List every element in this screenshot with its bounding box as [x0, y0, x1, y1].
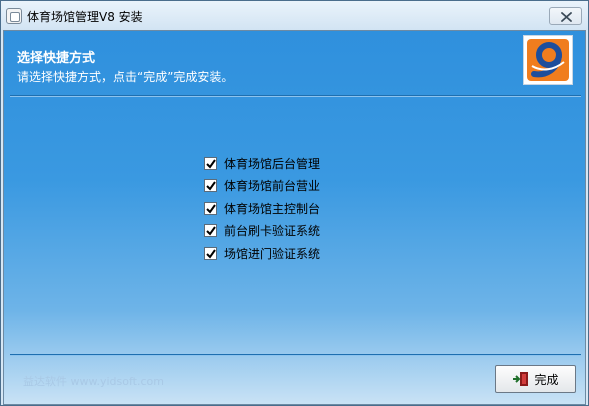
close-button[interactable] — [549, 7, 582, 25]
footer-divider — [10, 354, 581, 356]
checkmark-icon — [206, 226, 216, 236]
installer-window: 体育场馆管理V8 安装 选择快捷方式 请选择快捷方式，点击“完成”完成安装。 体… — [0, 0, 589, 406]
option-label: 前台刷卡验证系统 — [224, 224, 321, 239]
option-label: 体育场馆主控制台 — [224, 201, 321, 216]
checkmark-icon — [206, 181, 216, 191]
close-icon — [561, 12, 572, 22]
footer-brand-text: 益达软件 www.yidsoft.com — [23, 375, 164, 388]
page-subtitle: 请选择快捷方式，点击“完成”完成安装。 — [17, 70, 234, 84]
shortcut-option[interactable]: 前台刷卡验证系统 — [204, 220, 320, 243]
option-label: 场馆进门验证系统 — [224, 246, 321, 261]
checkbox[interactable] — [204, 156, 217, 170]
page-title: 选择快捷方式 — [17, 51, 96, 66]
title-bar: 体育场馆管理V8 安装 — [1, 1, 588, 30]
finish-button-label: 完成 — [534, 372, 559, 387]
checkbox[interactable] — [204, 179, 217, 193]
option-label: 体育场馆后台管理 — [224, 156, 321, 171]
option-label: 体育场馆前台营业 — [224, 179, 321, 194]
checkbox[interactable] — [204, 201, 217, 215]
checkmark-icon — [206, 159, 216, 169]
finish-button[interactable]: 完成 — [495, 365, 576, 393]
installer-icon — [6, 8, 22, 24]
checkbox[interactable] — [204, 224, 217, 238]
shortcut-option[interactable]: 体育场馆后台管理 — [204, 152, 320, 175]
shortcut-option[interactable]: 体育场馆前台营业 — [204, 175, 320, 198]
shortcut-option[interactable]: 体育场馆主控制台 — [204, 197, 320, 220]
shortcut-options: 体育场馆后台管理 体育场馆前台营业 体育场馆主控制台 前台刷卡验证系统 场馆进门… — [204, 152, 320, 265]
shortcut-option[interactable]: 场馆进门验证系统 — [204, 242, 320, 265]
wizard-panel: 选择快捷方式 请选择快捷方式，点击“完成”完成安装。 体育场馆后台管理 体育场馆… — [3, 30, 586, 405]
checkbox[interactable] — [204, 246, 217, 260]
window-title: 体育场馆管理V8 安装 — [27, 10, 143, 24]
brand-logo — [523, 35, 573, 85]
checkmark-icon — [206, 249, 216, 259]
exit-door-icon — [512, 371, 530, 387]
header-divider — [10, 95, 581, 97]
checkmark-icon — [206, 204, 216, 214]
